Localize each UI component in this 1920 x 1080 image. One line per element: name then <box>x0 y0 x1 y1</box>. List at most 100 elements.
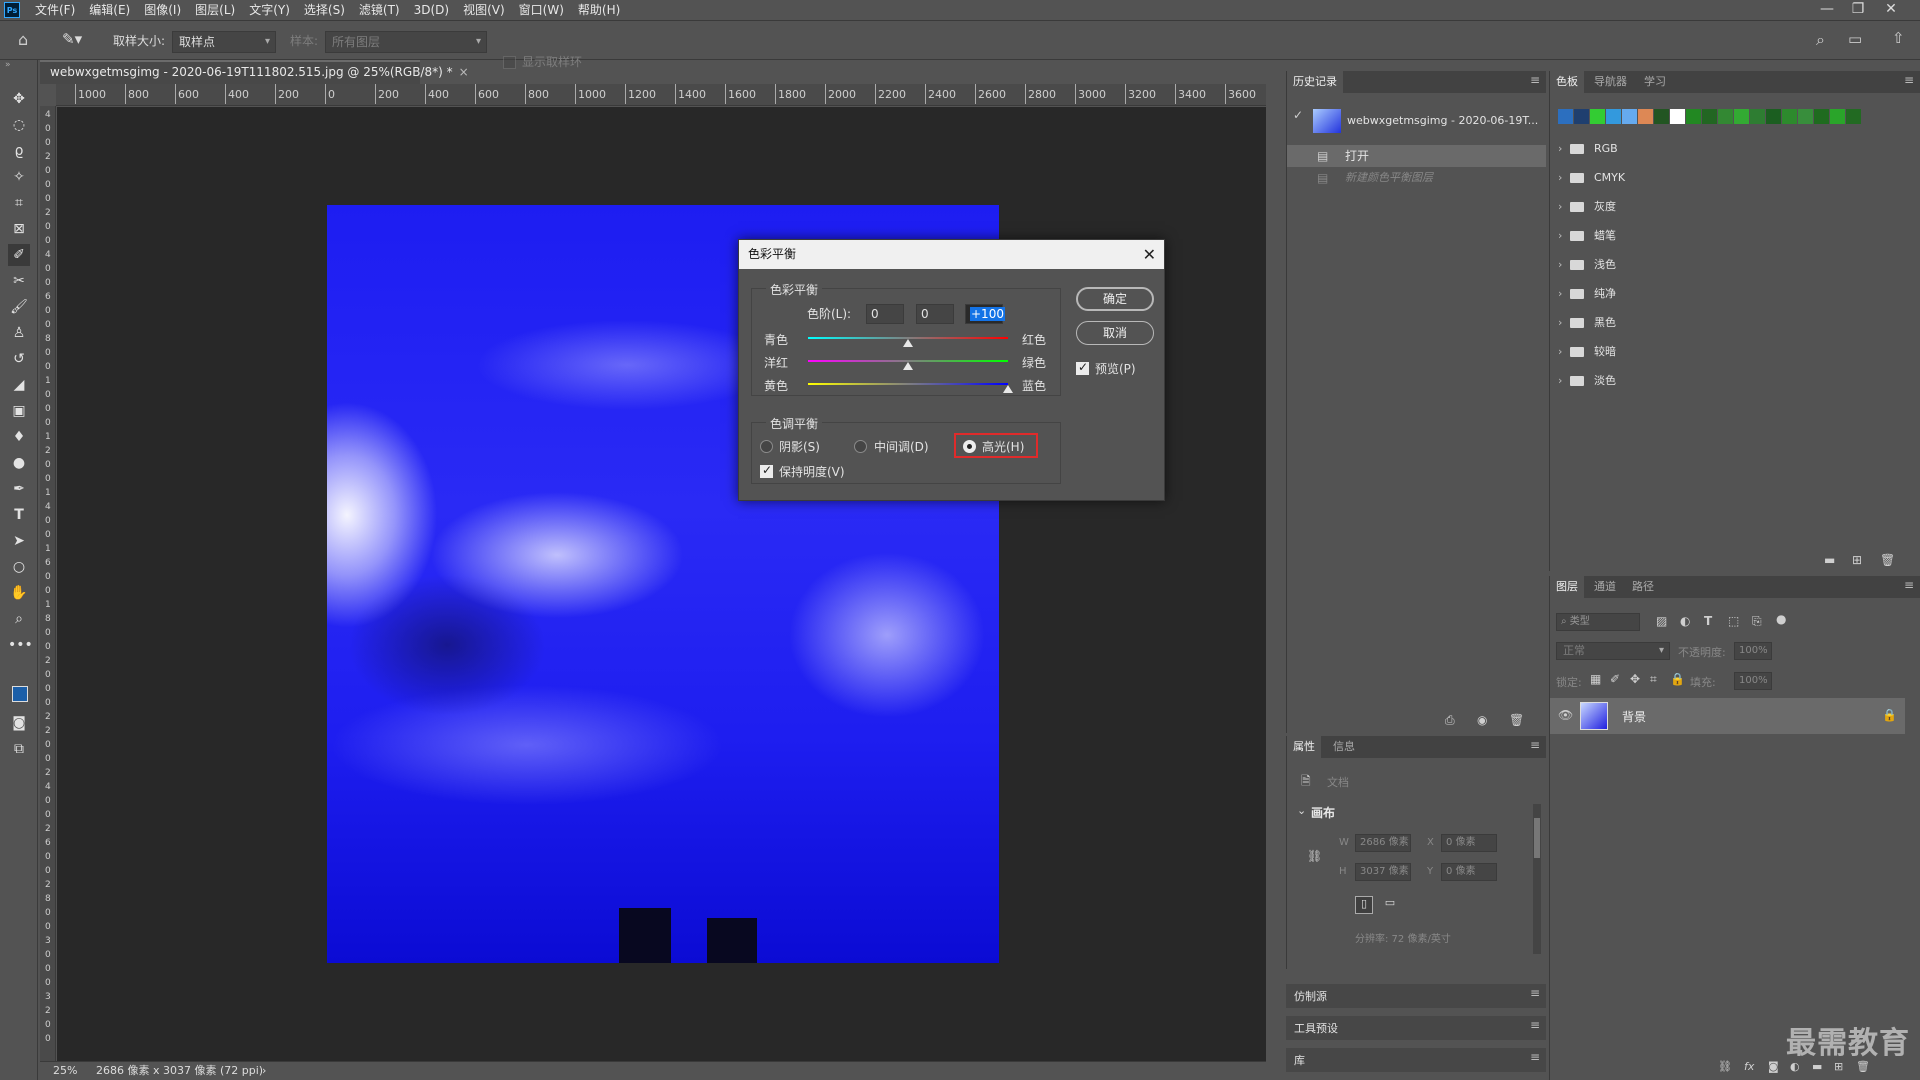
chevron-right-icon[interactable]: › <box>1558 311 1562 335</box>
magic-wand-tool-icon[interactable]: ✧ <box>8 166 30 188</box>
menu-help[interactable]: 帮助(H) <box>571 0 627 20</box>
color-swatch[interactable] <box>1638 109 1653 124</box>
canvas-y-input[interactable]: 0 像素 <box>1441 863 1497 881</box>
dialog-close-button[interactable]: ✕ <box>1143 240 1156 269</box>
tool-presets-menu-icon[interactable]: ≡ <box>1530 1018 1540 1032</box>
close-document-icon[interactable]: × <box>459 65 469 79</box>
home-icon[interactable]: ⌂ <box>18 30 28 49</box>
screen-mode-icon[interactable]: ⧉ <box>8 738 30 760</box>
more-tools-icon[interactable]: ••• <box>8 634 33 656</box>
level-magenta-green-input[interactable]: 0 <box>916 304 954 324</box>
menu-layer[interactable]: 图层(L) <box>188 0 242 20</box>
blend-mode-select[interactable]: 正常 <box>1556 642 1670 660</box>
document-tab[interactable]: webwxgetmsgimg - 2020-06-19T111802.515.j… <box>40 60 469 84</box>
color-swatch[interactable] <box>1574 109 1589 124</box>
swatch-group-item[interactable]: › 黑色 <box>1550 311 1920 335</box>
swatches-panel-menu-icon[interactable]: ≡ <box>1904 73 1914 87</box>
lock-position-icon[interactable]: ✥ <box>1630 672 1640 686</box>
link-icon[interactable]: ⛓ <box>1307 849 1322 863</box>
tab-history[interactable]: 历史记录 <box>1287 71 1343 93</box>
tab-channels[interactable]: 通道 <box>1588 576 1622 598</box>
delete-swatch-icon[interactable]: 🗑 <box>1880 553 1895 567</box>
properties-panel-menu-icon[interactable]: ≡ <box>1530 738 1540 752</box>
restore-button[interactable]: ❐ <box>1843 0 1873 20</box>
tab-layers[interactable]: 图层 <box>1550 576 1584 598</box>
level-cyan-red-input[interactable]: 0 <box>866 304 904 324</box>
tool-presets-panel[interactable]: 工具预设 ≡ <box>1286 1016 1546 1040</box>
crop-tool-icon[interactable]: ⌗ <box>8 192 30 214</box>
canvas-height-input[interactable]: 3037 像素 <box>1355 863 1411 881</box>
filter-pixel-icon[interactable]: ▨ <box>1656 614 1667 628</box>
preserve-luminosity-checkbox[interactable] <box>760 463 773 478</box>
history-item[interactable]: ▤ 打开 <box>1287 145 1546 167</box>
tab-properties[interactable]: 属性 <box>1287 736 1321 758</box>
tab-info[interactable]: 信息 <box>1327 736 1361 758</box>
lock-pixels-icon[interactable]: ✐ <box>1610 672 1620 686</box>
color-swatch[interactable] <box>1590 109 1605 124</box>
link-layers-icon[interactable]: ⛓ <box>1718 1060 1732 1073</box>
history-item[interactable]: ▤ 新建颜色平衡图层 <box>1287 167 1546 189</box>
chevron-right-icon[interactable]: › <box>1558 195 1562 219</box>
healing-tool-icon[interactable]: ✂ <box>8 270 30 292</box>
close-window-button[interactable]: ✕ <box>1876 0 1906 20</box>
chevron-right-icon[interactable]: › <box>1558 282 1562 306</box>
path-select-tool-icon[interactable]: ➤ <box>8 530 30 552</box>
cyan-red-slider-thumb[interactable] <box>903 339 913 347</box>
tab-paths[interactable]: 路径 <box>1626 576 1660 598</box>
swatch-group-item[interactable]: › CMYK <box>1550 166 1920 190</box>
layer-row[interactable]: 👁 背景 🔒 <box>1550 698 1905 734</box>
zoom-level[interactable]: 25% <box>53 1062 77 1080</box>
eyedropper-preset-icon[interactable]: ✎▾ <box>62 30 82 48</box>
collapse-icon[interactable]: » <box>5 60 11 70</box>
sample-select[interactable]: 所有图层 <box>325 31 487 53</box>
brush-tool-icon[interactable]: 🖌 <box>8 296 30 318</box>
filter-smart-object-icon[interactable]: ⎘ <box>1752 614 1762 629</box>
color-swatch[interactable] <box>1558 109 1573 124</box>
color-swatch[interactable] <box>1654 109 1669 124</box>
minimize-button[interactable]: — <box>1812 0 1842 20</box>
color-swatch[interactable] <box>1718 109 1733 124</box>
chevron-right-icon[interactable]: › <box>1558 137 1562 161</box>
color-swatch[interactable] <box>1606 109 1621 124</box>
pen-tool-icon[interactable]: ✒ <box>8 478 30 500</box>
delete-state-icon[interactable]: 🗑 <box>1509 713 1524 727</box>
yellow-blue-slider-thumb[interactable] <box>1003 385 1013 393</box>
layer-filter-select[interactable]: ⌕ 类型 <box>1556 613 1640 631</box>
history-brush-tool-icon[interactable]: ↺ <box>8 348 30 370</box>
frame-tool-icon[interactable]: ⊠ <box>8 218 30 240</box>
hand-tool-icon[interactable]: ✋ <box>8 582 30 604</box>
swatch-group-item[interactable]: › RGB <box>1550 137 1920 161</box>
stamp-tool-icon[interactable]: ♙ <box>8 322 30 344</box>
lasso-tool-icon[interactable]: ϱ <box>8 140 30 162</box>
preview-checkbox[interactable] <box>1076 360 1089 375</box>
menu-file[interactable]: 文件(F) <box>28 0 82 20</box>
blur-tool-icon[interactable]: ♦ <box>8 426 30 448</box>
layer-effects-icon[interactable]: fx <box>1744 1060 1754 1073</box>
tab-navigator[interactable]: 导航器 <box>1588 71 1633 93</box>
lock-artboard-icon[interactable]: ⌗ <box>1650 672 1657 687</box>
fill-input[interactable]: 100% <box>1734 672 1772 690</box>
status-menu-arrow[interactable]: › <box>262 1062 266 1080</box>
tab-swatches[interactable]: 色板 <box>1550 71 1584 93</box>
type-tool-icon[interactable]: T <box>8 504 30 526</box>
marquee-tool-icon[interactable]: ◌ <box>8 114 30 136</box>
history-snapshot[interactable]: ✓ webwxgetmsgimg - 2020-06-19T... <box>1287 104 1546 138</box>
properties-scrollbar[interactable] <box>1533 804 1541 954</box>
cancel-button[interactable]: 取消 <box>1076 321 1154 345</box>
tab-learn[interactable]: 学习 <box>1638 71 1672 93</box>
search-icon[interactable]: ⌕ <box>1816 30 1825 50</box>
filter-adjustment-icon[interactable]: ◐ <box>1680 614 1690 628</box>
lock-all-icon[interactable]: 🔒 <box>1670 672 1685 686</box>
color-swatch[interactable] <box>1798 109 1813 124</box>
swatch-group-item[interactable]: › 浅色 <box>1550 253 1920 277</box>
menu-view[interactable]: 视图(V) <box>456 0 512 20</box>
magenta-green-slider-thumb[interactable] <box>903 362 913 370</box>
new-group-folder-icon[interactable]: ▬ <box>1824 553 1835 567</box>
quick-mask-icon[interactable]: ◙ <box>8 712 30 734</box>
opacity-input[interactable]: 100% <box>1734 642 1772 660</box>
clone-source-menu-icon[interactable]: ≡ <box>1530 986 1540 1000</box>
layers-panel-menu-icon[interactable]: ≡ <box>1904 578 1914 592</box>
color-swatch[interactable] <box>1686 109 1701 124</box>
swatch-group-item[interactable]: › 较暗 <box>1550 340 1920 364</box>
yellow-blue-slider[interactable] <box>808 383 1008 385</box>
